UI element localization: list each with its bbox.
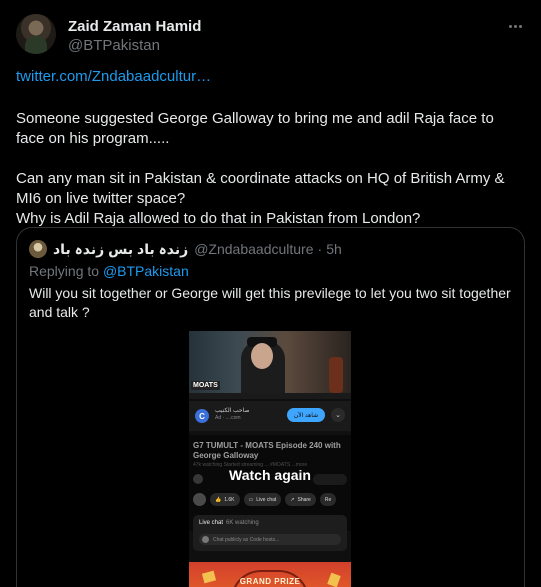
chat-icon: ▭ <box>248 496 254 503</box>
tweet-paragraph: Someone suggested George Galloway to bri… <box>16 110 494 147</box>
tweet: Zaid Zaman Hamid @BTPakistan twitter.com… <box>0 0 541 587</box>
more-actions-label: Re <box>324 496 332 503</box>
quoted-tweet[interactable]: زندہ باد بس زندہ باد @Zndabaadculture · … <box>16 227 525 587</box>
promo-text: GRAND PRIZE <box>231 570 309 587</box>
live-chat-watching: 6K watching <box>226 520 259 526</box>
author-handle[interactable]: @BTPakistan <box>68 37 160 54</box>
live-chat-panel: Live chat 6K watching Chat publicly as Co… <box>193 515 347 551</box>
quoted-tweet-text: Will you sit together or George will get… <box>29 285 511 320</box>
ad-logo: C <box>195 409 209 423</box>
ad-cta-button: شاهد الآن <box>287 408 325 422</box>
more-actions-button: Re <box>319 493 337 506</box>
like-button: 👍 1.6K <box>210 493 240 506</box>
video-actions: 👍 1.6K ▭ Live chat ↗ Share Re <box>193 493 349 507</box>
channel-logo: MOATS <box>191 381 220 390</box>
live-chat-label: Live chat <box>256 496 277 503</box>
quoted-author-handle[interactable]: @Zndabaadculture <box>194 241 313 257</box>
quoted-tweet-time[interactable]: 5h <box>326 241 342 257</box>
share-button: ↗ Share <box>285 493 316 506</box>
replying-to: Replying to @BTPakistan <box>29 263 189 279</box>
separator-dot: · <box>317 241 323 257</box>
chat-input: Chat publicly as Code hosts... <box>199 534 341 545</box>
thumbs-up-icon: 👍 <box>215 496 222 503</box>
promo-banner: GRAND PRIZE <box>189 562 351 587</box>
live-chat-title: Live chat 6K watching <box>199 520 259 526</box>
tweet-paragraph: Why is Adil Raja allowed to do that in P… <box>16 210 421 227</box>
quoted-author-avatar[interactable] <box>29 240 47 258</box>
ad-label: Ad · ....com <box>215 415 241 421</box>
ad-name: صاحب الكنيب <box>215 408 250 414</box>
video-thumbnail: MOATS <box>189 331 351 399</box>
live-chat-button: ▭ Live chat <box>243 493 282 506</box>
share-icon: ↗ <box>290 496 295 503</box>
tweet-text: Someone suggested George Galloway to bri… <box>16 109 526 229</box>
chevron-down-icon: ⌄ <box>331 408 345 422</box>
author-name[interactable]: Zaid Zaman Hamid <box>68 18 201 35</box>
ad-banner: C صاحب الكنيب Ad · ....com شاهد الآن ⌄ <box>189 401 351 435</box>
more-options-icon[interactable] <box>505 16 525 36</box>
watch-again-button[interactable]: Watch again <box>189 467 351 483</box>
like-count: 1.6K <box>224 496 235 503</box>
replying-to-handle[interactable]: @BTPakistan <box>103 263 189 279</box>
author-avatar[interactable] <box>16 14 56 54</box>
live-chat-title-label: Live chat <box>199 520 224 526</box>
share-label: Share <box>297 496 311 503</box>
quoted-author-name[interactable]: زندہ باد بس زندہ باد <box>53 241 188 258</box>
replying-label: Replying to <box>29 263 100 279</box>
tweet-link[interactable]: twitter.com/Zndabaadcultur… <box>16 68 211 85</box>
user-avatar <box>193 493 206 506</box>
tweet-paragraph: Can any man sit in Pakistan & coordinate… <box>16 170 505 207</box>
quoted-tweet-header: زندہ باد بس زندہ باد @Zndabaadculture · … <box>29 239 342 259</box>
news-ticker <box>189 393 351 399</box>
quoted-media-image[interactable]: MOATS C صاحب الكنيب Ad · ....com شاهد ال… <box>189 331 351 587</box>
